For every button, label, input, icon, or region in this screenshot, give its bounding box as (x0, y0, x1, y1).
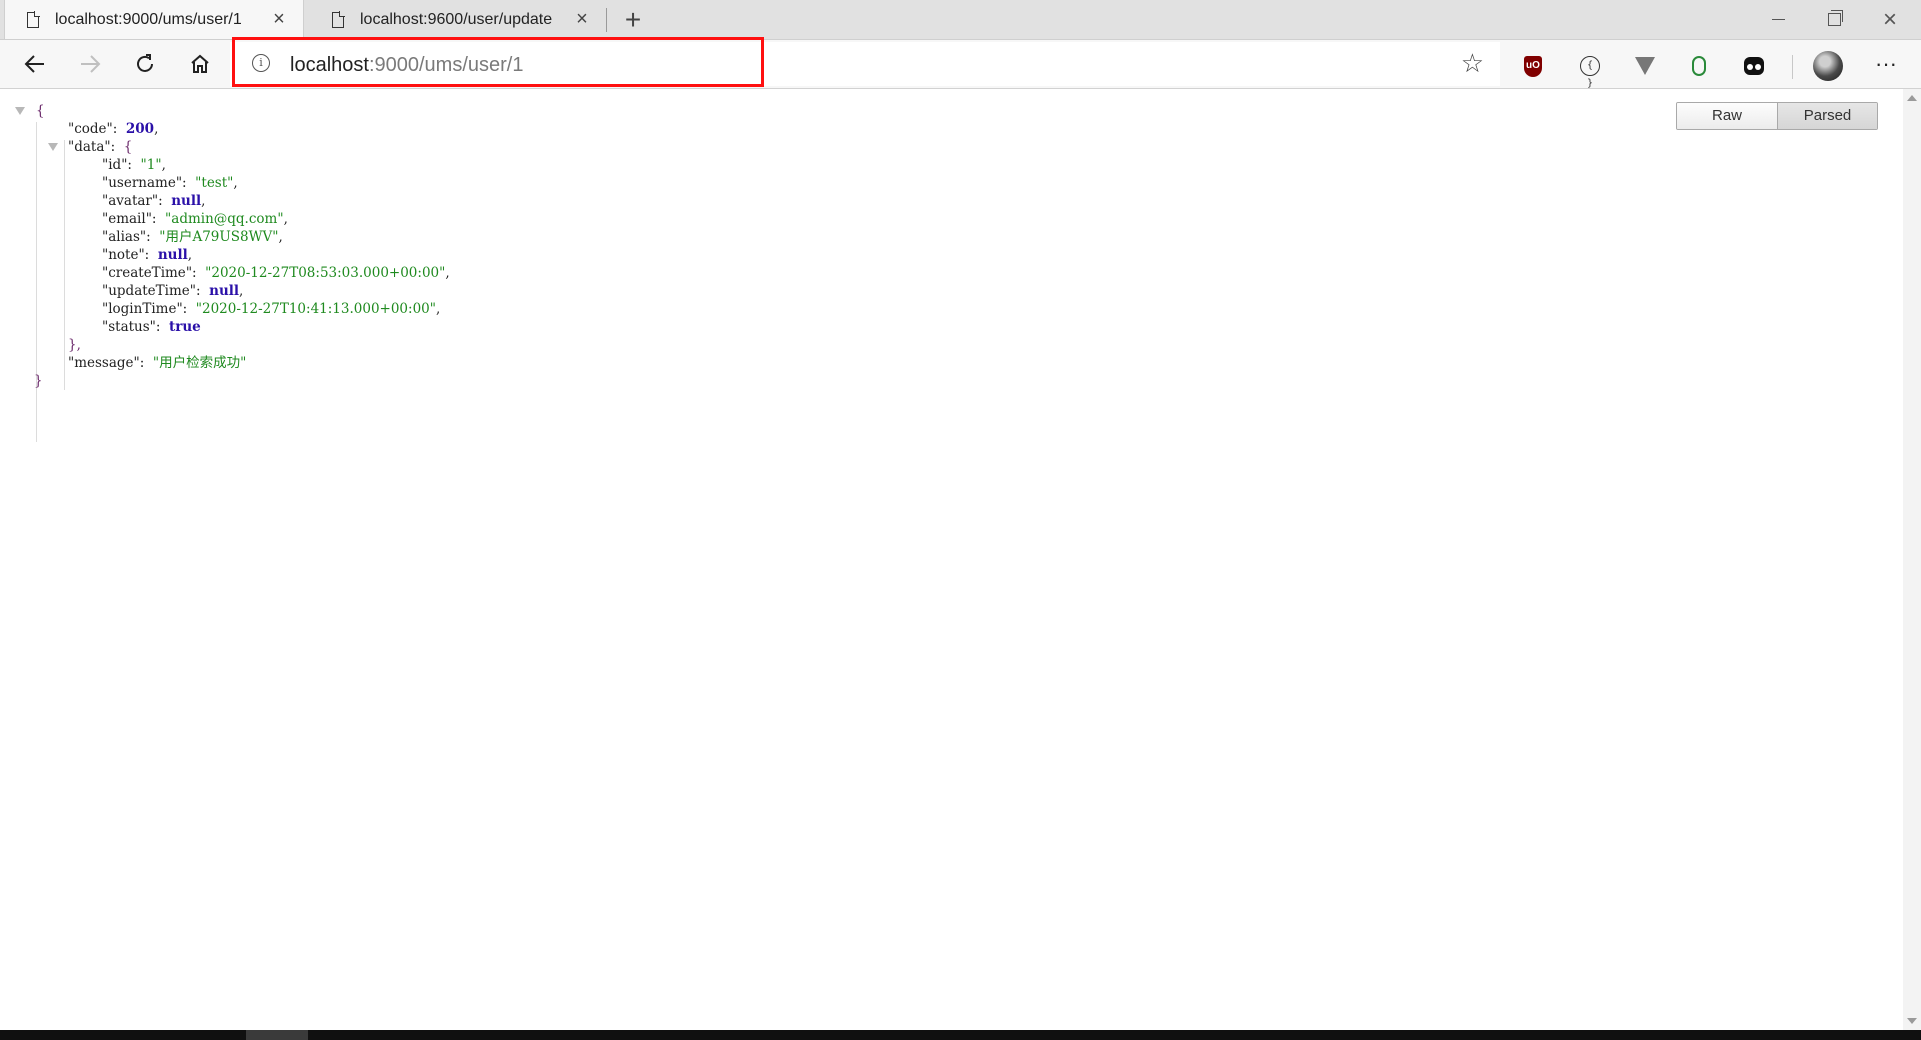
json-value: 2020-12-27T08:53:03.000+00:00 (211, 265, 440, 281)
home-icon[interactable] (180, 44, 220, 84)
tab-inactive[interactable]: localhost:9600/user/update × (310, 0, 606, 39)
json-key: loginTime (108, 301, 177, 317)
json-line-message: "message": "用户检索成功" (68, 355, 247, 371)
json-open-brace: { (36, 103, 45, 119)
page-icon (27, 10, 40, 28)
json-field-row: "status": true (102, 319, 201, 335)
tab-title: localhost:9000/ums/user/1 (55, 10, 242, 28)
taskbar-item[interactable] (246, 1030, 308, 1040)
json-key: note (108, 247, 139, 263)
tab-separator (606, 8, 607, 32)
tab-active[interactable]: localhost:9000/ums/user/1 × (4, 0, 304, 39)
json-value: 用户A79US8WV (165, 229, 273, 245)
page-content (0, 89, 1903, 1030)
json-value: true (169, 319, 201, 335)
json-close-brace: } (34, 373, 43, 389)
restore-icon (1827, 10, 1843, 26)
forward-arrow-icon[interactable] (70, 44, 110, 84)
mask-icon[interactable] (1741, 53, 1767, 79)
json-key: updateTime (108, 283, 190, 299)
json-value: null (209, 283, 240, 299)
parsed-button[interactable]: Parsed (1777, 103, 1877, 129)
refresh-icon[interactable] (125, 44, 165, 84)
star-icon[interactable]: ☆ (1461, 48, 1484, 79)
minimize-icon (1771, 19, 1785, 20)
close-icon[interactable]: × (572, 8, 592, 31)
json-value: test (201, 175, 228, 191)
evernote-icon[interactable] (1686, 53, 1712, 79)
json-key: alias (108, 229, 140, 245)
json-value: null (171, 193, 202, 209)
minimize-button[interactable] (1750, 0, 1806, 39)
toolbar-separator (1792, 55, 1793, 79)
tab-title: localhost:9600/user/update (360, 10, 553, 28)
taskbar (0, 1030, 1921, 1040)
json-value: null (157, 247, 188, 263)
window-close-icon: × (1882, 5, 1897, 33)
json-key: avatar (108, 193, 152, 209)
close-icon[interactable]: × (269, 8, 289, 31)
json-key: email (108, 211, 146, 227)
json-key: createTime (108, 265, 186, 281)
window-close-button[interactable]: × (1862, 0, 1918, 39)
more-icon[interactable]: ··· (1870, 48, 1902, 80)
json-key: id (108, 157, 122, 173)
url-highlight-box (232, 37, 764, 87)
plus-icon[interactable]: + (616, 2, 650, 38)
avatar[interactable] (1813, 51, 1843, 81)
collapse-toggle-root[interactable] (15, 107, 25, 115)
indent-guide (36, 122, 37, 442)
tab-strip: localhost:9000/ums/user/1 × localhost:96… (0, 0, 1921, 40)
json-value: admin@qq.com (171, 211, 278, 227)
vertical-scrollbar[interactable] (1903, 89, 1921, 1030)
json-key: username (108, 175, 176, 191)
page-icon (332, 10, 345, 28)
code-icon[interactable]: { } (1577, 53, 1603, 89)
collapse-toggle-data[interactable] (48, 143, 58, 151)
json-value: 2020-12-27T10:41:13.000+00:00 (202, 301, 430, 317)
raw-button[interactable]: Raw (1677, 103, 1777, 129)
view-toggle: Raw Parsed (1676, 102, 1878, 130)
json-key: status (108, 319, 150, 335)
restore-button[interactable] (1806, 0, 1862, 39)
indent-guide (64, 140, 65, 390)
ublock-icon[interactable]: uO (1520, 53, 1546, 79)
back-arrow-icon[interactable] (15, 44, 55, 84)
vue-icon[interactable] (1632, 53, 1658, 79)
